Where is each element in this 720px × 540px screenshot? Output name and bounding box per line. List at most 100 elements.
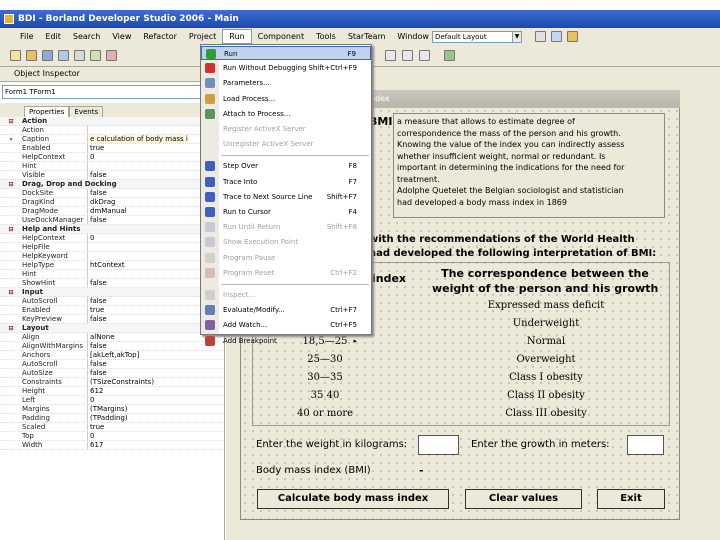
property-row[interactable]: HelpContext 0 [0, 153, 224, 162]
remove-file-icon[interactable] [106, 50, 117, 61]
arrow-right-icon[interactable] [419, 50, 430, 61]
menu-item-trace-into[interactable]: Trace Into F7 [201, 175, 371, 189]
property-row[interactable]: Action [0, 126, 224, 135]
menu-project[interactable]: Project [183, 29, 222, 44]
help-icon[interactable] [567, 31, 578, 42]
menu-item-step-over[interactable]: Step Over F8 [201, 159, 371, 173]
property-value[interactable]: 0 [88, 396, 94, 404]
menu-item-program-pause[interactable]: Program Pause [201, 251, 371, 265]
property-value[interactable]: [akLeft,akTop] [88, 351, 139, 359]
menu-item-program-reset[interactable]: Program Reset Ctrl+F2 [201, 266, 371, 280]
tab-events[interactable]: Events [69, 106, 104, 117]
save-all-icon[interactable] [58, 50, 69, 61]
property-row[interactable]: Left 0 [0, 396, 224, 405]
property-row[interactable]: Padding (TPadding) [0, 414, 224, 423]
property-row[interactable]: Height 612 [0, 387, 224, 396]
property-row[interactable]: Enabled true [0, 306, 224, 315]
property-value[interactable]: false [88, 171, 107, 179]
menu-item-run-until-return[interactable]: Run Until Return Shift+F8 [201, 220, 371, 234]
property-value[interactable]: false [88, 342, 107, 350]
property-row[interactable]: Visible false [0, 171, 224, 180]
property-row[interactable]: HelpContext 0 [0, 234, 224, 243]
property-category[interactable]: ⊟ Action [0, 117, 224, 126]
menu-run[interactable]: Run [222, 29, 252, 44]
property-row[interactable]: KeyPreview false [0, 315, 224, 324]
property-value[interactable]: 0 [88, 234, 94, 242]
menu-search[interactable]: Search [67, 29, 106, 44]
property-category[interactable]: ⊟ Input [0, 288, 224, 297]
menu-item-trace-to-next-source-line[interactable]: Trace to Next Source Line Shift+F7 [201, 190, 371, 204]
clear-values-button[interactable]: Clear values [465, 489, 582, 509]
menu-item-unregister-activex-server[interactable]: Unregister ActiveX Server [201, 137, 371, 151]
collapse-icon[interactable]: ⊟ [0, 117, 22, 125]
property-value[interactable]: htContext [88, 261, 125, 269]
property-category[interactable]: ⊟ Drag, Drop and Docking [0, 180, 224, 189]
menu-starteam[interactable]: StarTeam [342, 29, 392, 44]
property-value[interactable]: true [88, 144, 104, 152]
property-row[interactable]: Hint [0, 162, 224, 171]
property-row[interactable]: Scaled true [0, 423, 224, 432]
property-row[interactable]: HelpFile [0, 243, 224, 252]
property-value[interactable]: false [88, 360, 107, 368]
property-row[interactable]: HelpType htContext [0, 261, 224, 270]
save-icon[interactable] [42, 50, 53, 61]
menu-item-run-to-cursor[interactable]: Run to Cursor F4 [201, 205, 371, 219]
property-value[interactable]: true [88, 423, 104, 431]
menu-item-parameters[interactable]: Parameters... [201, 76, 371, 90]
save-layout-icon[interactable] [535, 31, 546, 42]
property-row[interactable]: DockSite false [0, 189, 224, 198]
menu-item-load-process[interactable]: Load Process... [201, 92, 371, 106]
menu-item-run[interactable]: Run F9 [201, 46, 371, 60]
menu-item-show-execution-point[interactable]: Show Execution Point [201, 235, 371, 249]
property-value[interactable]: e calculation of body mass i [88, 135, 188, 143]
menu-component[interactable]: Component [252, 29, 310, 44]
menu-edit[interactable]: Edit [39, 29, 67, 44]
chevron-down-icon[interactable]: ▼ [512, 32, 521, 42]
new-icon[interactable] [10, 50, 21, 61]
property-row[interactable]: Top 0 [0, 432, 224, 441]
property-row[interactable]: Hint [0, 270, 224, 279]
property-row[interactable]: Enabled true [0, 144, 224, 153]
open-project-icon[interactable] [74, 50, 85, 61]
collapse-icon[interactable]: ⊟ [0, 288, 22, 296]
menu-item-evaluate-modify[interactable]: Evaluate/Modify... Ctrl+F7 [201, 303, 371, 317]
property-value[interactable]: false [88, 315, 107, 323]
property-value[interactable]: alNone [88, 333, 115, 341]
property-row[interactable]: » Caption e calculation of body mass i [0, 135, 224, 144]
property-row[interactable]: DragKind dkDrag [0, 198, 224, 207]
property-row[interactable]: AlignWithMargins false [0, 342, 224, 351]
property-row[interactable]: AutoScroll false [0, 297, 224, 306]
property-value[interactable]: (TSizeConstraints) [88, 378, 154, 386]
property-row[interactable]: Anchors [akLeft,akTop] [0, 351, 224, 360]
property-value[interactable]: (TPadding) [88, 414, 128, 422]
calculate-button[interactable]: Calculate body mass index [257, 489, 449, 509]
property-value[interactable]: 0 [88, 432, 94, 440]
weight-input[interactable] [418, 435, 459, 455]
property-value[interactable] [88, 270, 90, 278]
menu-item-attach-to-process[interactable]: Attach to Process... [201, 107, 371, 121]
menu-item-add-breakpoint[interactable]: Add Breakpoint ▸ [201, 334, 371, 348]
layout-settings-icon[interactable] [551, 31, 562, 42]
property-value[interactable] [88, 243, 90, 251]
property-value[interactable]: dmManual [88, 207, 127, 215]
toolbar-item-icon[interactable] [385, 50, 396, 61]
property-value[interactable]: (TMargins) [88, 405, 127, 413]
menu-refactor[interactable]: Refactor [137, 29, 183, 44]
arrow-right-icon[interactable] [402, 50, 413, 61]
property-row[interactable]: DragMode dmManual [0, 207, 224, 216]
menu-item-inspect[interactable]: Inspect... [201, 288, 371, 302]
property-value[interactable]: 0 [88, 153, 94, 161]
menu-item-run-without-debugging[interactable]: Run Without Debugging Shift+Ctrl+F9 [201, 61, 371, 75]
object-selector[interactable]: Form1 TForm1 [2, 85, 202, 99]
menu-item-register-activex-server[interactable]: Register ActiveX Server [201, 122, 371, 136]
property-category[interactable]: ⊟ Layout [0, 324, 224, 333]
collapse-icon[interactable]: ⊟ [0, 180, 22, 188]
menu-item-add-watch[interactable]: Add Watch... Ctrl+F5 [201, 318, 371, 332]
property-value[interactable]: false [88, 189, 107, 197]
property-value[interactable] [88, 252, 90, 260]
property-value[interactable]: true [88, 306, 104, 314]
growth-input[interactable] [627, 435, 664, 455]
property-value[interactable]: false [88, 216, 107, 224]
property-row[interactable]: ShowHint false [0, 279, 224, 288]
property-value[interactable] [88, 162, 90, 170]
